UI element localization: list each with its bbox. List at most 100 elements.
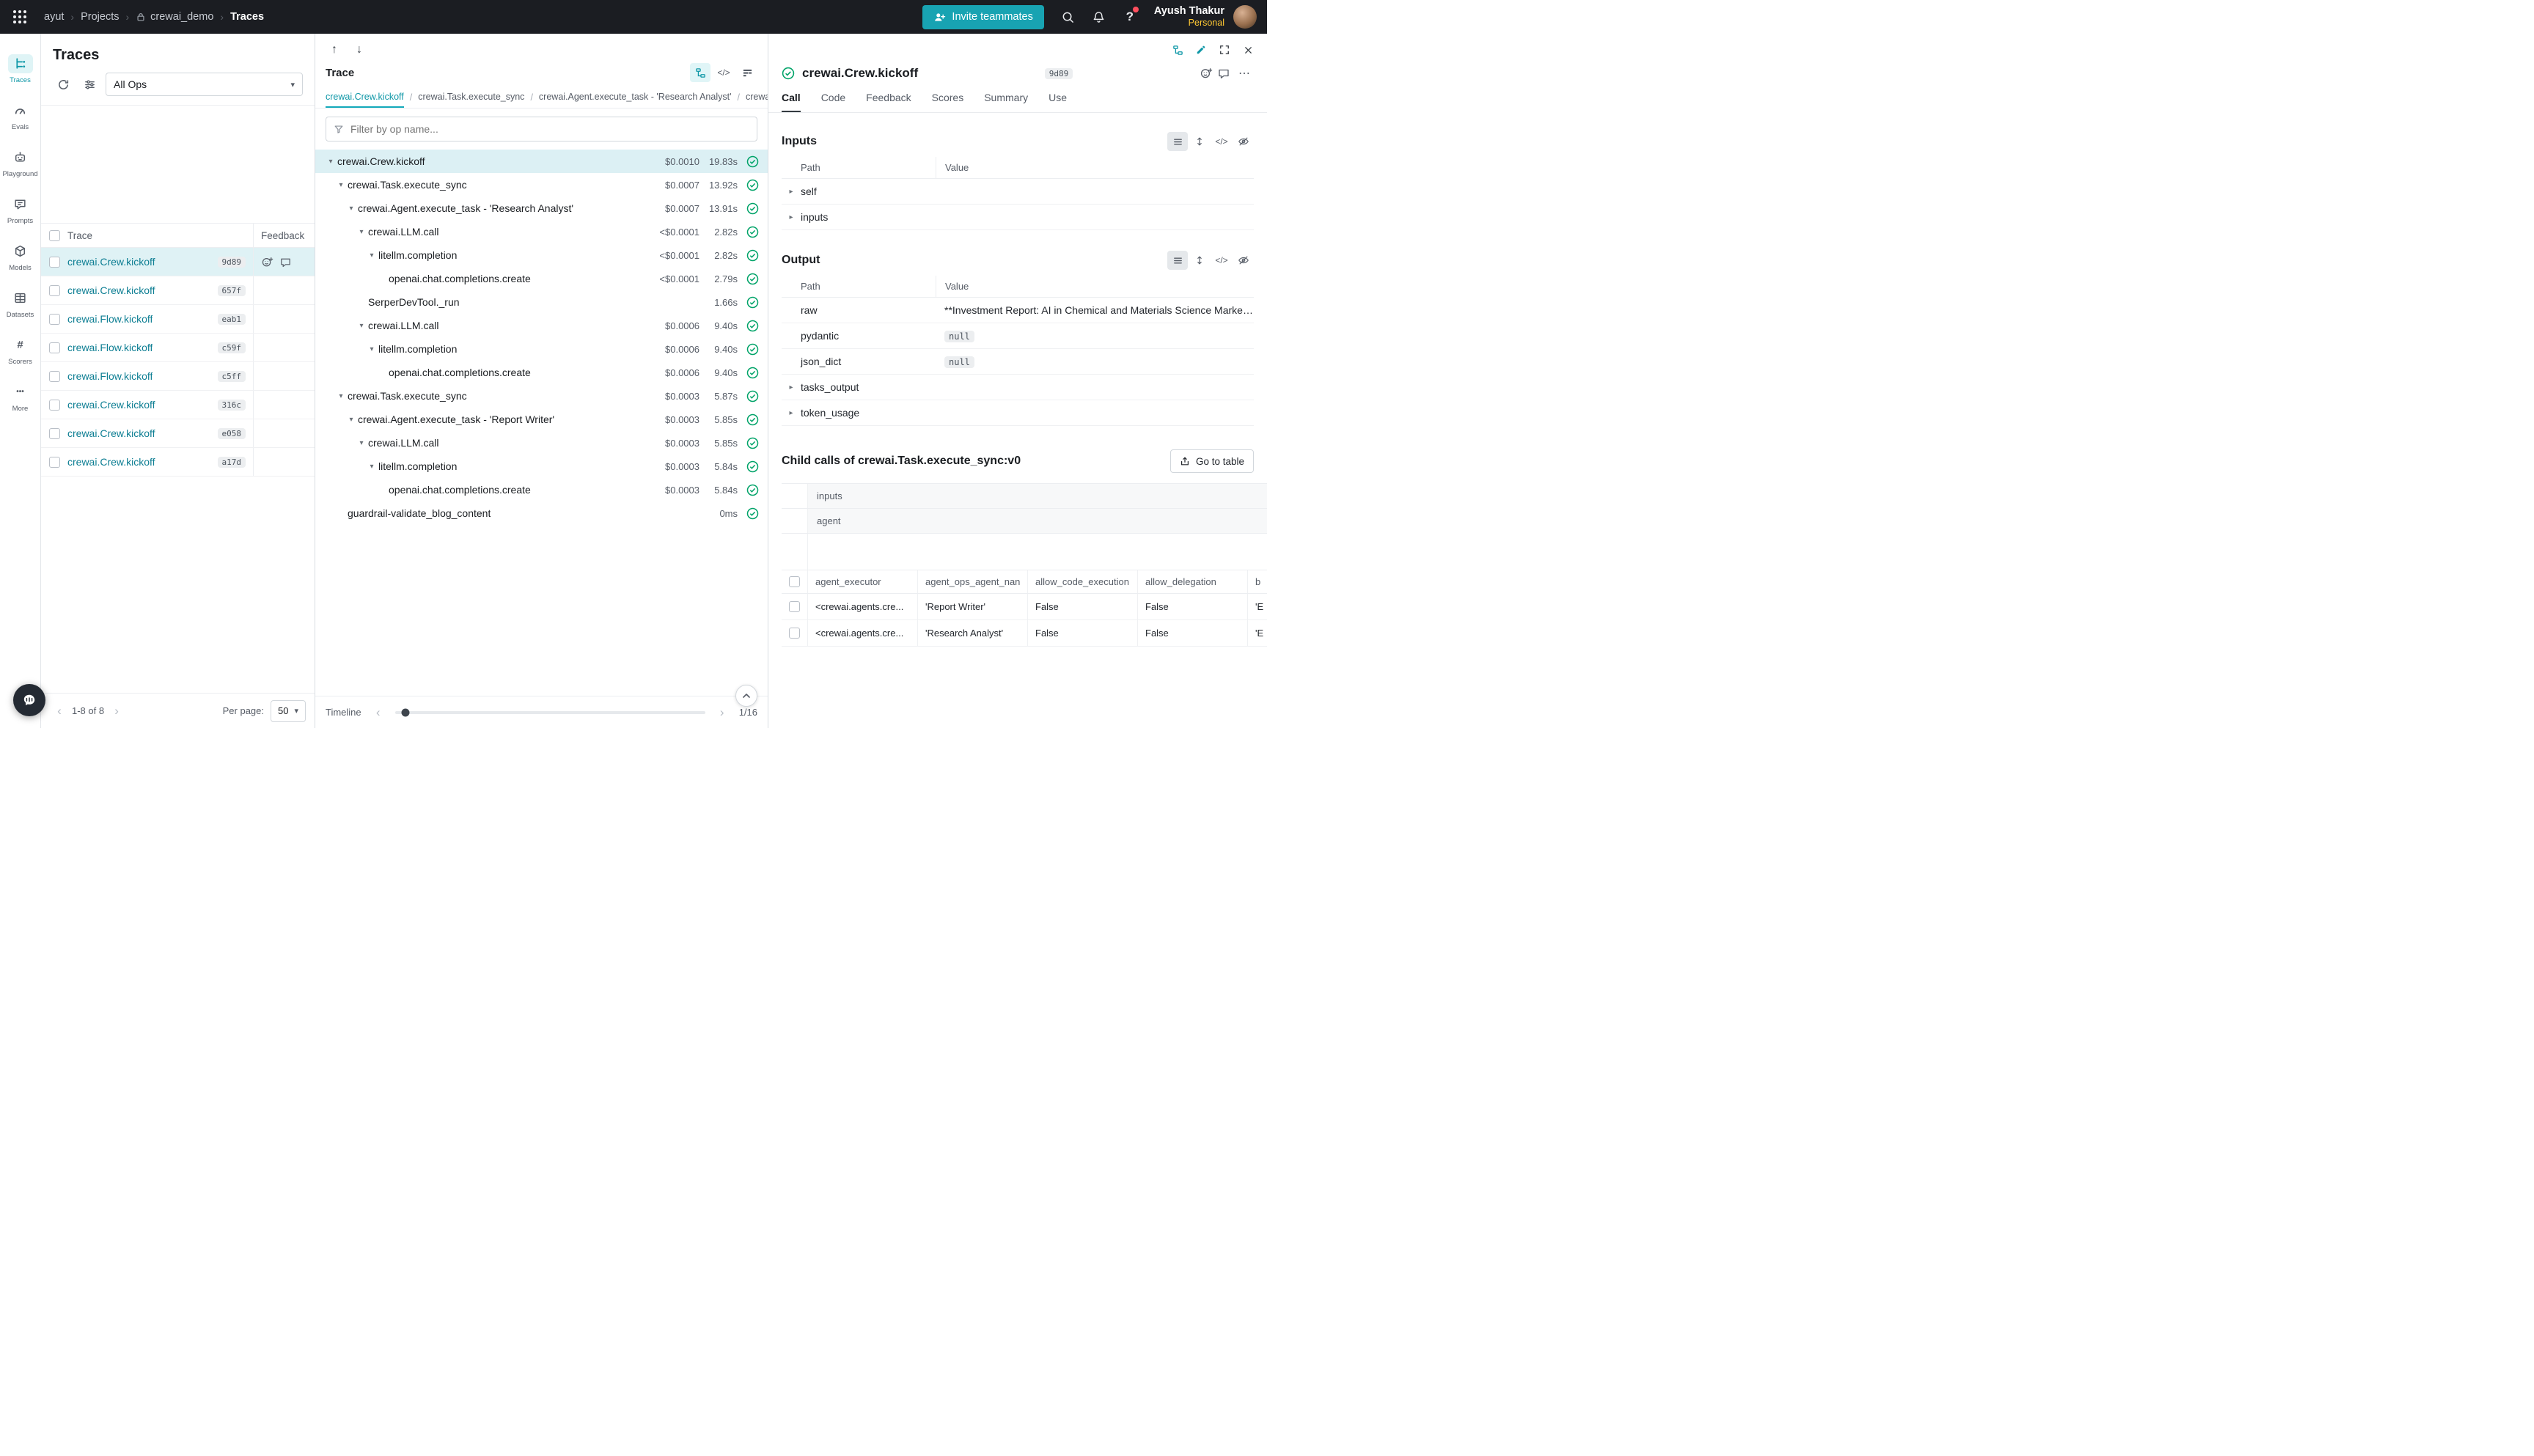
trace-link[interactable]: crewai.Flow.kickoff [67, 370, 153, 382]
toggle-tree-button[interactable] [1167, 40, 1188, 59]
ops-filter-select[interactable]: All Ops ▾ [106, 73, 303, 96]
table-row[interactable]: crewai.Flow.kickoff c5ff [41, 362, 315, 391]
column-header[interactable]: allow_code_execution [1028, 570, 1138, 593]
row-checkbox[interactable] [49, 342, 60, 353]
trace-link[interactable]: crewai.Crew.kickoff [67, 399, 155, 411]
next-trace-button[interactable]: ↓ [350, 41, 368, 59]
column-header[interactable]: agent_ops_agent_nan [918, 570, 1028, 593]
path-tab[interactable]: crewai.Crew.kickoff [326, 87, 404, 108]
hide-values-button[interactable] [1233, 251, 1254, 270]
breadcrumb-project[interactable]: crewai_demo [136, 11, 213, 23]
timeline-slider-handle[interactable] [402, 708, 410, 716]
tab-call[interactable]: Call [782, 92, 801, 112]
path-tab[interactable]: crewai.Agent.execute_task - 'Research An… [539, 87, 732, 108]
row-checkbox[interactable] [49, 400, 60, 411]
prev-trace-button[interactable]: ↑ [326, 41, 343, 59]
expand-values-button[interactable] [1189, 132, 1210, 151]
edit-button[interactable] [1191, 40, 1211, 59]
table-row[interactable]: crewai.Flow.kickoff c59f [41, 334, 315, 362]
table-row[interactable]: crewai.Crew.kickoff e058 [41, 419, 315, 448]
kv-row[interactable]: ▸self [782, 179, 1254, 205]
kv-row[interactable]: json_dict null [782, 349, 1254, 375]
table-row[interactable]: crewai.Crew.kickoff 316c [41, 391, 315, 419]
chevron-down-icon[interactable]: ▾ [365, 463, 378, 471]
trace-link[interactable]: crewai.Crew.kickoff [67, 456, 155, 468]
call-tree-row[interactable]: SerperDevTool._run 1.66s [315, 290, 768, 314]
tab-summary[interactable]: Summary [984, 92, 1028, 112]
sidebar-item-scorers[interactable]: # Scorers [1, 327, 40, 374]
column-header[interactable]: b [1248, 570, 1267, 593]
call-tree-row[interactable]: ▾ crewai.Task.execute_sync $0.000713.92s [315, 173, 768, 196]
help-button[interactable]: ? [1117, 4, 1142, 29]
add-reaction-icon[interactable] [261, 256, 273, 268]
chevron-down-icon[interactable]: ▾ [334, 181, 348, 189]
go-to-table-button[interactable]: Go to table [1170, 449, 1254, 473]
fullscreen-button[interactable] [1214, 40, 1235, 59]
call-tree-row[interactable]: ▾ crewai.LLM.call $0.00035.85s [315, 431, 768, 455]
call-tree-row[interactable]: ▾ crewai.Agent.execute_task - 'Research … [315, 196, 768, 220]
code-view-button[interactable]: </> [1211, 251, 1232, 270]
sidebar-item-more[interactable]: ••• More [1, 374, 40, 421]
sidebar-item-evals[interactable]: Evals [1, 92, 40, 139]
next-page-button[interactable]: › [107, 702, 126, 721]
wandb-logo[interactable] [13, 10, 26, 23]
op-filter-input[interactable] [350, 123, 749, 135]
trace-link[interactable]: crewai.Crew.kickoff [67, 256, 155, 268]
call-tree-row[interactable]: openai.chat.completions.create $0.00035.… [315, 478, 768, 501]
hide-values-button[interactable] [1233, 132, 1254, 151]
close-button[interactable] [1238, 40, 1258, 59]
invite-teammates-button[interactable]: Invite teammates [922, 5, 1043, 29]
chat-launcher-button[interactable] [13, 684, 45, 716]
per-page-select[interactable]: 50 ▾ [271, 700, 306, 722]
comment-icon[interactable] [1217, 67, 1230, 80]
table-row[interactable]: crewai.Flow.kickoff eab1 [41, 305, 315, 334]
row-checkbox[interactable] [49, 457, 60, 468]
kv-row[interactable]: ▸token_usage [782, 400, 1254, 426]
timeline-slider[interactable] [395, 711, 705, 714]
avatar[interactable] [1233, 5, 1257, 29]
column-header[interactable]: agent_executor [808, 570, 918, 593]
kv-row[interactable]: pydantic null [782, 323, 1254, 349]
sidebar-item-prompts[interactable]: Prompts [1, 186, 40, 233]
overflow-menu-button[interactable]: ⋯ [1235, 64, 1254, 83]
tab-use[interactable]: Use [1049, 92, 1067, 112]
chevron-right-icon[interactable]: ▸ [782, 213, 801, 221]
timeline-next-button[interactable]: › [713, 703, 732, 722]
sidebar-item-datasets[interactable]: Datasets [1, 280, 40, 327]
list-view-button[interactable] [1167, 251, 1188, 270]
tree-view-button[interactable] [690, 63, 710, 82]
notifications-button[interactable] [1087, 4, 1112, 29]
table-row[interactable]: <crewai.agents.cre... 'Research Analyst'… [782, 620, 1267, 647]
flame-view-button[interactable] [737, 63, 757, 82]
chevron-down-icon[interactable]: ▾ [345, 416, 358, 424]
column-header[interactable]: allow_delegation [1138, 570, 1248, 593]
chevron-down-icon[interactable]: ▾ [365, 251, 378, 260]
call-tree-row[interactable]: openai.chat.completions.create $0.00069.… [315, 361, 768, 384]
row-checkbox[interactable] [49, 314, 60, 325]
refresh-button[interactable] [53, 74, 73, 95]
chevron-right-icon[interactable]: ▸ [782, 383, 801, 391]
chevron-down-icon[interactable]: ▾ [345, 205, 358, 213]
trace-link[interactable]: crewai.Crew.kickoff [67, 284, 155, 296]
sidebar-item-traces[interactable]: Traces [1, 45, 40, 92]
feedback-column-header[interactable]: Feedback [253, 224, 315, 247]
call-tree-row[interactable]: ▾ crewai.Task.execute_sync $0.00035.87s [315, 384, 768, 408]
row-checkbox[interactable] [49, 371, 60, 382]
breadcrumb-entity[interactable]: ayut [44, 11, 64, 23]
row-checkbox[interactable] [49, 285, 60, 296]
kv-row[interactable]: raw **Investment Report: AI in Chemical … [782, 298, 1254, 323]
prev-page-button[interactable]: ‹ [50, 702, 69, 721]
call-tree-row[interactable]: ▾ litellm.completion <$0.00012.82s [315, 243, 768, 267]
select-all-checkbox[interactable] [49, 230, 60, 241]
chevron-down-icon[interactable]: ▾ [355, 439, 368, 447]
comment-icon[interactable] [279, 256, 292, 268]
row-checkbox[interactable] [49, 428, 60, 439]
tab-code[interactable]: Code [821, 92, 845, 112]
path-tab[interactable]: crewai.Task.execute_sync [418, 87, 524, 108]
call-tree-row[interactable]: openai.chat.completions.create <$0.00012… [315, 267, 768, 290]
chevron-down-icon[interactable]: ▾ [334, 392, 348, 400]
chevron-down-icon[interactable]: ▾ [355, 322, 368, 330]
row-checkbox[interactable] [789, 601, 800, 612]
code-view-button[interactable]: </> [1211, 132, 1232, 151]
trace-link[interactable]: crewai.Flow.kickoff [67, 342, 153, 353]
